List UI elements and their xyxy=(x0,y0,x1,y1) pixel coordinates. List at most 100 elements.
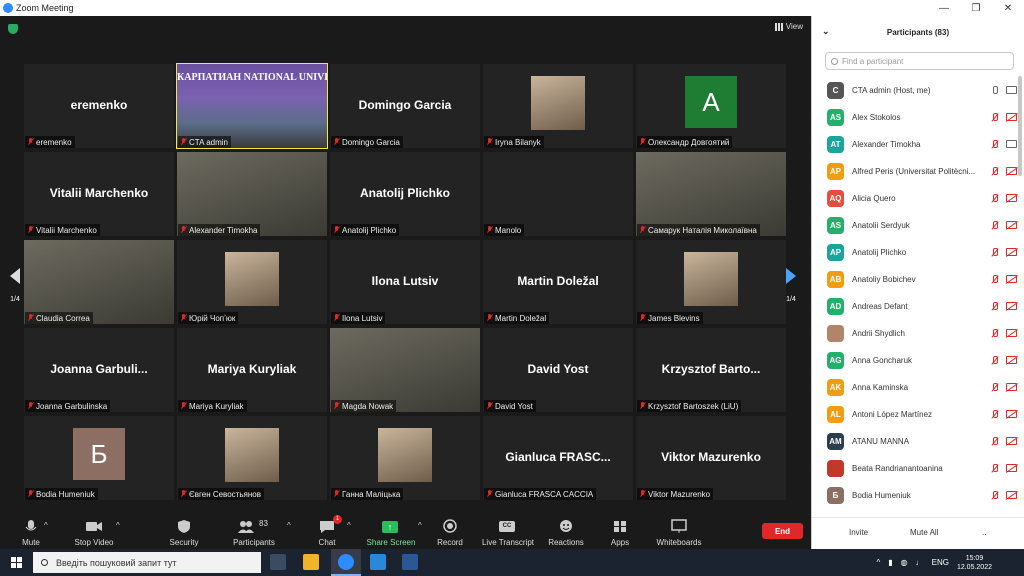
participant-row[interactable]: AG Anna Goncharuk xyxy=(812,347,1017,374)
muted-mic-icon[interactable] xyxy=(990,275,999,284)
participant-row[interactable]: AB Anatoliy Bobichev xyxy=(812,266,1017,293)
video-options-caret-icon[interactable]: ^ xyxy=(116,521,120,530)
muted-mic-icon[interactable] xyxy=(990,248,999,257)
video-tile[interactable]: Alexander Timokha xyxy=(177,152,327,236)
stop-video-button[interactable]: Stop Video xyxy=(64,519,124,547)
live-transcript-button[interactable]: CC Live Transcript xyxy=(478,519,538,547)
participant-row[interactable]: AK Anna Kaminska xyxy=(812,374,1017,401)
clock[interactable]: 15:09 12.05.2022 xyxy=(957,554,992,572)
chat-options-caret-icon[interactable]: ^ xyxy=(347,521,351,530)
video-tile[interactable]: Iryna Bilanyk xyxy=(483,64,633,148)
video-tile[interactable]: eremenko eremenko xyxy=(24,64,174,148)
muted-mic-icon[interactable] xyxy=(990,140,999,149)
video-tile[interactable]: David Yost David Yost xyxy=(483,328,633,412)
restore-icon[interactable]: ❐ xyxy=(960,0,992,16)
camera-off-icon[interactable] xyxy=(1006,302,1017,310)
camera-off-icon[interactable] xyxy=(1006,464,1017,472)
apps-button[interactable]: Apps xyxy=(590,519,650,547)
close-icon[interactable]: ✕ xyxy=(992,0,1024,16)
prev-page-button[interactable]: 1/4 xyxy=(6,268,24,303)
camera-off-icon[interactable] xyxy=(1006,221,1017,229)
muted-mic-icon[interactable] xyxy=(990,221,999,230)
muted-mic-icon[interactable] xyxy=(990,491,999,500)
camera-off-icon[interactable] xyxy=(1006,383,1017,391)
participant-row[interactable]: AD Andreas Defant xyxy=(812,293,1017,320)
video-tile[interactable]: Євген Севостьянов xyxy=(177,416,327,500)
view-button[interactable]: View xyxy=(774,22,803,31)
mute-button[interactable]: Mute xyxy=(1,519,61,547)
muted-mic-icon[interactable] xyxy=(990,464,999,473)
notifications-icon[interactable] xyxy=(1016,556,1024,570)
participant-row[interactable]: AS Anatolii Serdyuk xyxy=(812,212,1017,239)
mute-all-button[interactable]: Mute All xyxy=(910,528,938,537)
video-tile[interactable]: Anatolij Plichko Anatolij Plichko xyxy=(330,152,480,236)
participant-row[interactable]: AM ATANU MANNA xyxy=(812,428,1017,455)
camera-off-icon[interactable] xyxy=(1006,356,1017,364)
muted-mic-icon[interactable] xyxy=(990,167,999,176)
video-tile[interactable]: Б Bodia Humeniuk xyxy=(24,416,174,500)
camera-off-icon[interactable] xyxy=(1006,491,1017,499)
zoom-taskbar-icon[interactable] xyxy=(338,554,354,570)
chevron-down-icon[interactable]: ⌄ xyxy=(822,26,830,37)
file-explorer-icon[interactable] xyxy=(303,554,319,570)
camera-off-icon[interactable] xyxy=(1006,167,1017,175)
camera-off-icon[interactable] xyxy=(1006,248,1017,256)
taskbar-search-input[interactable]: Введіть пошуковий запит тут xyxy=(33,552,261,573)
share-screen-button[interactable]: ↑ Share Screen xyxy=(361,519,421,547)
participant-row[interactable]: AT Alexander Timokha xyxy=(812,131,1017,158)
video-tile[interactable]: Krzysztof Barto... Krzysztof Bartoszek (L… xyxy=(636,328,786,412)
video-tile[interactable]: Viktor Mazurenko Viktor Mazurenko xyxy=(636,416,786,500)
camera-off-icon[interactable] xyxy=(1006,410,1017,418)
video-tile[interactable]: Ганна Маліцька xyxy=(330,416,480,500)
participant-search-input[interactable]: Find a participant xyxy=(825,52,1014,70)
participant-row[interactable]: AQ Alicia Quero xyxy=(812,185,1017,212)
camera-off-icon[interactable] xyxy=(1006,275,1017,283)
video-tile[interactable]: КАРПАТИАН NATIONAL UNIVE CTA admin xyxy=(176,63,328,149)
participant-row[interactable]: AP Anatolij Plichko xyxy=(812,239,1017,266)
windows-start-icon[interactable] xyxy=(11,557,22,568)
video-tile[interactable]: Martin Doležal Martin Doležal xyxy=(483,240,633,324)
more-options-button[interactable]: .. xyxy=(982,528,986,537)
reactions-button[interactable]: Reactions xyxy=(536,519,596,547)
video-tile[interactable]: Юрій Чопʼюк xyxy=(177,240,327,324)
participant-row[interactable]: AL Antoni López Martínez xyxy=(812,401,1017,428)
whiteboards-button[interactable]: Whiteboards xyxy=(649,519,709,547)
camera-icon[interactable] xyxy=(1006,140,1017,148)
camera-off-icon[interactable] xyxy=(1006,329,1017,337)
camera-off-icon[interactable] xyxy=(1006,437,1017,445)
end-meeting-button[interactable]: End xyxy=(762,523,803,539)
participant-row[interactable]: Б Bodia Humeniuk xyxy=(812,482,1017,509)
muted-mic-icon[interactable] xyxy=(990,329,999,338)
video-tile[interactable]: James Blevins xyxy=(636,240,786,324)
muted-mic-icon[interactable] xyxy=(990,383,999,392)
record-button[interactable]: Record xyxy=(420,519,480,547)
participant-row[interactable]: AP Alfred Peris (Universitat Politècni... xyxy=(812,158,1017,185)
microphone-icon[interactable] xyxy=(990,86,999,95)
participant-row[interactable]: Andrii Shydlich xyxy=(812,320,1017,347)
participant-row[interactable]: AS Alex Stokolos xyxy=(812,104,1017,131)
participant-row[interactable]: C CTA admin (Host, me) xyxy=(812,77,1017,104)
video-tile[interactable]: A Олександр Довгоятий xyxy=(636,64,786,148)
minimize-icon[interactable]: — xyxy=(928,0,960,16)
language-indicator[interactable]: ENG xyxy=(932,558,949,567)
battery-icon[interactable]: ▮ xyxy=(888,558,892,567)
muted-mic-icon[interactable] xyxy=(990,356,999,365)
video-tile[interactable]: Vitalii Marchenko Vitalii Marchenko xyxy=(24,152,174,236)
video-tile[interactable]: Самарук Наталія Миколаївна xyxy=(636,152,786,236)
muted-mic-icon[interactable] xyxy=(990,410,999,419)
video-tile[interactable]: Ilona Lutsiv Ilona Lutsiv xyxy=(330,240,480,324)
encryption-shield-icon[interactable] xyxy=(8,24,18,34)
participants-options-caret-icon[interactable]: ^ xyxy=(287,521,291,530)
security-button[interactable]: Security xyxy=(154,519,214,547)
tray-chevron-icon[interactable]: ^ xyxy=(876,558,880,567)
camera-icon[interactable] xyxy=(1006,86,1017,94)
camera-off-icon[interactable] xyxy=(1006,113,1017,121)
volume-icon[interactable]: ♩ xyxy=(916,558,924,567)
mute-options-caret-icon[interactable]: ^ xyxy=(44,521,48,530)
participants-button[interactable]: 83 Participants xyxy=(224,519,284,547)
camera-off-icon[interactable] xyxy=(1006,194,1017,202)
video-tile[interactable]: Claudia Correa xyxy=(24,240,174,324)
participant-row[interactable]: Beata Randrianantoanina xyxy=(812,455,1017,482)
muted-mic-icon[interactable] xyxy=(990,437,999,446)
video-tile[interactable]: Domingo Garcia Domingo Garcia xyxy=(330,64,480,148)
